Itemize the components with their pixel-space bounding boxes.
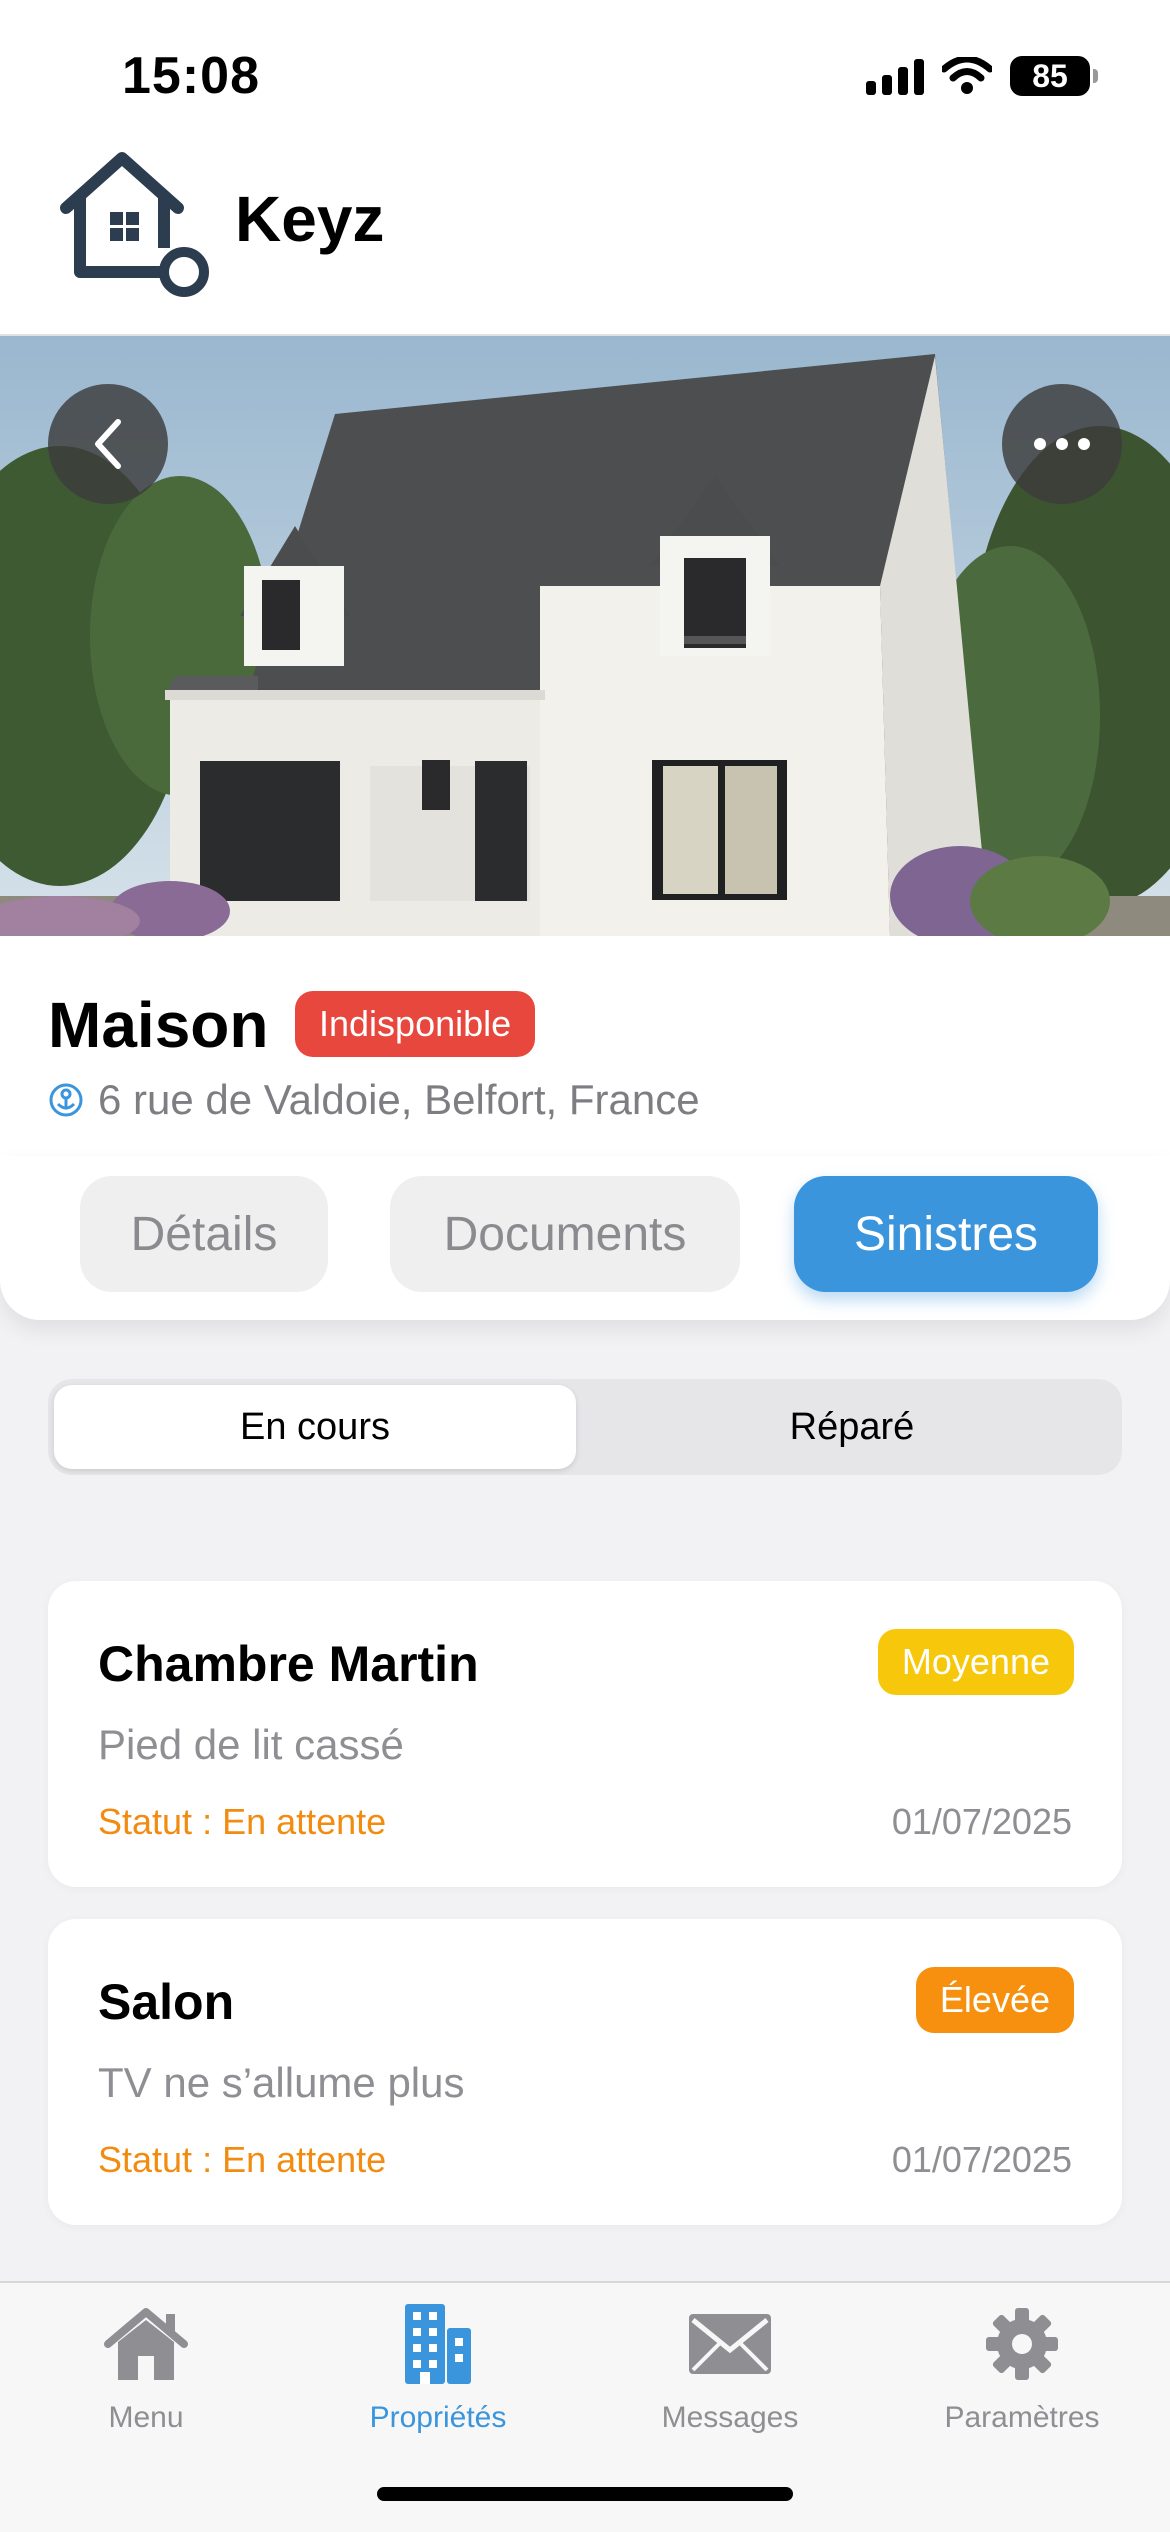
- location-pin-icon: [49, 1083, 83, 1117]
- battery-level: 85: [1032, 57, 1068, 94]
- damage-card[interactable]: Chambre Martin Moyenne Pied de lit cassé…: [48, 1581, 1122, 1887]
- property-photo: [0, 336, 1170, 936]
- tab-documents[interactable]: Documents: [390, 1176, 740, 1292]
- home-indicator: [377, 2487, 793, 2501]
- tab-details[interactable]: Détails: [80, 1176, 328, 1292]
- damage-date: 01/07/2025: [891, 1801, 1072, 1842]
- home-icon: [104, 2308, 188, 2380]
- building-icon: [405, 2304, 471, 2384]
- status-bar: 15:08 85: [0, 0, 1170, 130]
- tabbar-item-parametres[interactable]: Paramètres: [876, 2299, 1168, 2435]
- tabbar-item-messages[interactable]: Messages: [584, 2299, 876, 2435]
- tab-sinistres[interactable]: Sinistres: [794, 1176, 1098, 1292]
- tabbar-label: Menu: [108, 2401, 184, 2434]
- property-tabs: Détails Documents Sinistres: [0, 1156, 1170, 1320]
- tabbar-item-proprietes[interactable]: Propriétés: [292, 2299, 584, 2435]
- status-time: 15:08: [122, 47, 260, 105]
- segment-repare[interactable]: Réparé: [588, 1385, 1116, 1469]
- tabbar-item-menu[interactable]: Menu: [0, 2299, 292, 2435]
- property-address: 6 rue de Valdoie, Belfort, France: [48, 1076, 700, 1124]
- tabbar-label: Messages: [661, 2401, 799, 2434]
- app-brand: Keyz: [235, 183, 385, 255]
- ellipsis-icon: [1034, 438, 1090, 450]
- damage-room: Chambre Martin: [98, 1636, 479, 1692]
- damage-date: 01/07/2025: [891, 2139, 1072, 2180]
- tabbar-label: Paramètres: [944, 2401, 1100, 2434]
- availability-badge: Indisponible: [295, 991, 536, 1057]
- gear-icon: [986, 2308, 1058, 2380]
- priority-badge: Élevée: [915, 1967, 1074, 2033]
- wifi-icon: [942, 57, 992, 94]
- house-illustration: [0, 336, 1170, 936]
- more-options-button[interactable]: [1002, 384, 1122, 504]
- damage-status: Statut : En attente: [98, 2139, 387, 2180]
- address-text: 6 rue de Valdoie, Belfort, France: [98, 1076, 700, 1123]
- property-detail-sheet: Maison Indisponible 6 rue de Valdoie, Be…: [0, 936, 1170, 2281]
- damage-status-segmented-control: En cours Réparé: [48, 1379, 1122, 1475]
- damage-description: TV ne s’allume plus: [98, 2059, 465, 2106]
- battery-indicator: 85: [1010, 56, 1098, 96]
- damage-status: Statut : En attente: [98, 1801, 387, 1842]
- cellular-signal-icon: [866, 57, 924, 95]
- envelope-icon: [689, 2314, 771, 2374]
- damage-card[interactable]: Salon Élevée TV ne s’allume plus Statut …: [48, 1919, 1122, 2225]
- app-header: Keyz: [0, 130, 1170, 336]
- damage-room: Salon: [98, 1974, 235, 2030]
- damage-description: Pied de lit cassé: [98, 1721, 404, 1768]
- back-button[interactable]: [48, 384, 168, 504]
- property-summary: Maison Indisponible 6 rue de Valdoie, Be…: [0, 936, 1170, 1156]
- keyz-logo-icon: [60, 152, 209, 297]
- segment-en-cours[interactable]: En cours: [54, 1385, 576, 1469]
- property-title: Maison: [48, 989, 269, 1061]
- tabbar-label: Propriétés: [369, 2401, 507, 2434]
- priority-badge: Moyenne: [877, 1629, 1074, 1695]
- chevron-left-icon: [95, 419, 121, 469]
- status-icons: 85: [866, 56, 1098, 96]
